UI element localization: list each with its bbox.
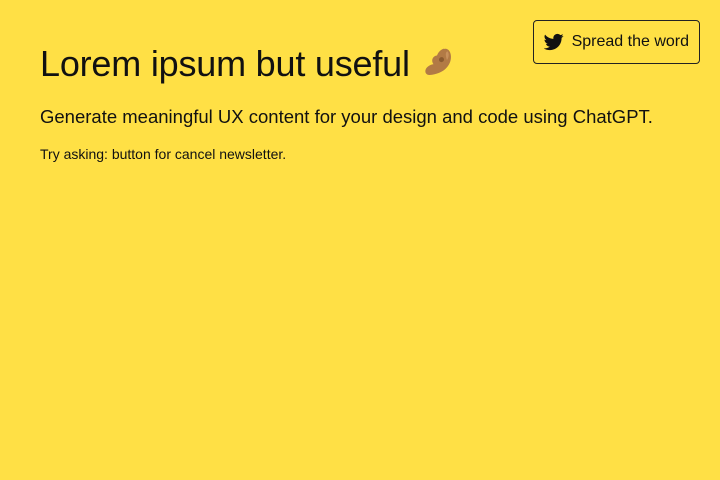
example-prompt-hint: Try asking: button for cancel newsletter… — [40, 146, 287, 162]
page-title-text: Lorem ipsum but useful — [40, 43, 410, 84]
page-title: Lorem ipsum but useful — [40, 40, 680, 88]
page-subtitle: Generate meaningful UX content for your … — [40, 106, 653, 127]
main-content: Lorem ipsum but useful Generate meaningf… — [40, 40, 680, 164]
page: Spread the word Lorem ipsum but useful G… — [0, 0, 720, 480]
pinching-hand-icon — [420, 46, 456, 82]
